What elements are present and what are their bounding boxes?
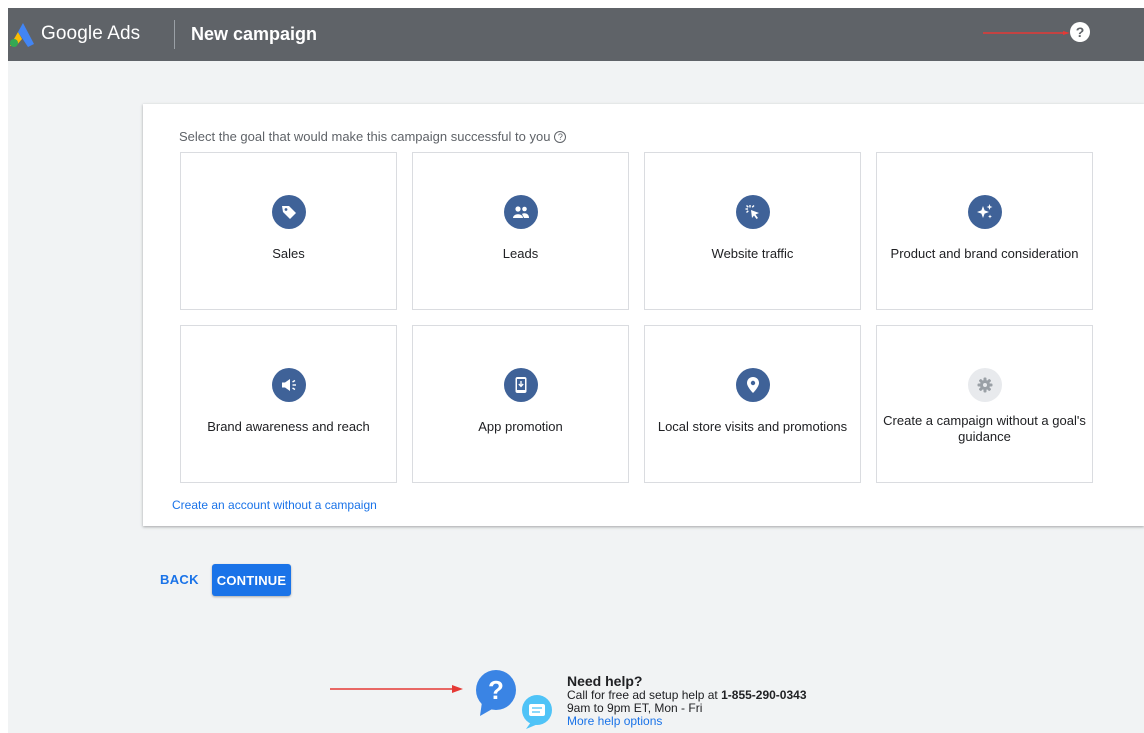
info-help-icon[interactable]: ? (554, 131, 567, 143)
goal-label: App promotion (478, 419, 563, 434)
help-chat-icon[interactable]: ? (474, 666, 554, 730)
goal-label: Brand awareness and reach (207, 419, 370, 434)
megaphone-icon (271, 368, 306, 402)
app-header: Google Ads New campaign ? (8, 8, 1144, 61)
goal-tile-app-promotion[interactable]: App promotion (412, 325, 629, 483)
back-button[interactable]: BACK (160, 572, 199, 587)
annotation-arrow-bottom (330, 685, 463, 693)
tag-icon (271, 195, 306, 229)
map-pin-icon (735, 368, 770, 402)
brand-name[interactable]: Google Ads (41, 22, 140, 46)
goal-tile-local-store-visits[interactable]: Local store visits and promotions (644, 325, 861, 483)
goal-label: Leads (502, 246, 539, 261)
help-panel: Need help? Call for free ad setup help a… (567, 673, 807, 728)
goal-tile-leads[interactable]: Leads (412, 152, 629, 310)
goal-tile-no-goal[interactable]: Create a campaign without a goal's guida… (876, 325, 1093, 483)
gear-icon (967, 368, 1002, 402)
help-phone[interactable]: 1-855-290-0343 (721, 688, 806, 702)
goal-tile-sales[interactable]: Sales (180, 152, 397, 310)
help-icon[interactable]: ? (1070, 22, 1090, 42)
continue-button[interactable]: CONTINUE (212, 564, 291, 596)
svg-text:?: ? (488, 675, 504, 705)
phone-download-icon (503, 368, 538, 402)
page-title: New campaign (191, 24, 318, 44)
cursor-click-icon (735, 195, 770, 229)
goal-tile-brand-awareness[interactable]: Brand awareness and reach (180, 325, 397, 483)
google-ads-logo[interactable] (8, 22, 38, 48)
people-icon (503, 195, 538, 229)
help-title: Need help? (567, 673, 643, 689)
goal-label: Local store visits and promotions (657, 419, 848, 434)
goal-label: Website traffic (711, 246, 794, 261)
more-help-options-link[interactable]: More help options (567, 715, 807, 728)
help-call-text: Call for free ad setup help at (567, 688, 722, 702)
goal-prompt: Select the goal that would make this cam… (179, 128, 567, 146)
goal-tile-product-brand-consideration[interactable]: Product and brand consideration (876, 152, 1093, 310)
goal-label: Sales (272, 246, 305, 261)
annotation-arrow-top (983, 31, 1070, 35)
goal-label: Product and brand consideration (890, 246, 1079, 261)
goal-tile-website-traffic[interactable]: Website traffic (644, 152, 861, 310)
goal-label: Create a campaign without a goal's guida… (883, 413, 1086, 444)
goal-prompt-text: Select the goal that would make this cam… (179, 129, 551, 144)
sparkle-icon (967, 195, 1002, 229)
create-account-without-campaign-link[interactable]: Create an account without a campaign (172, 497, 377, 513)
header-divider (174, 20, 175, 49)
